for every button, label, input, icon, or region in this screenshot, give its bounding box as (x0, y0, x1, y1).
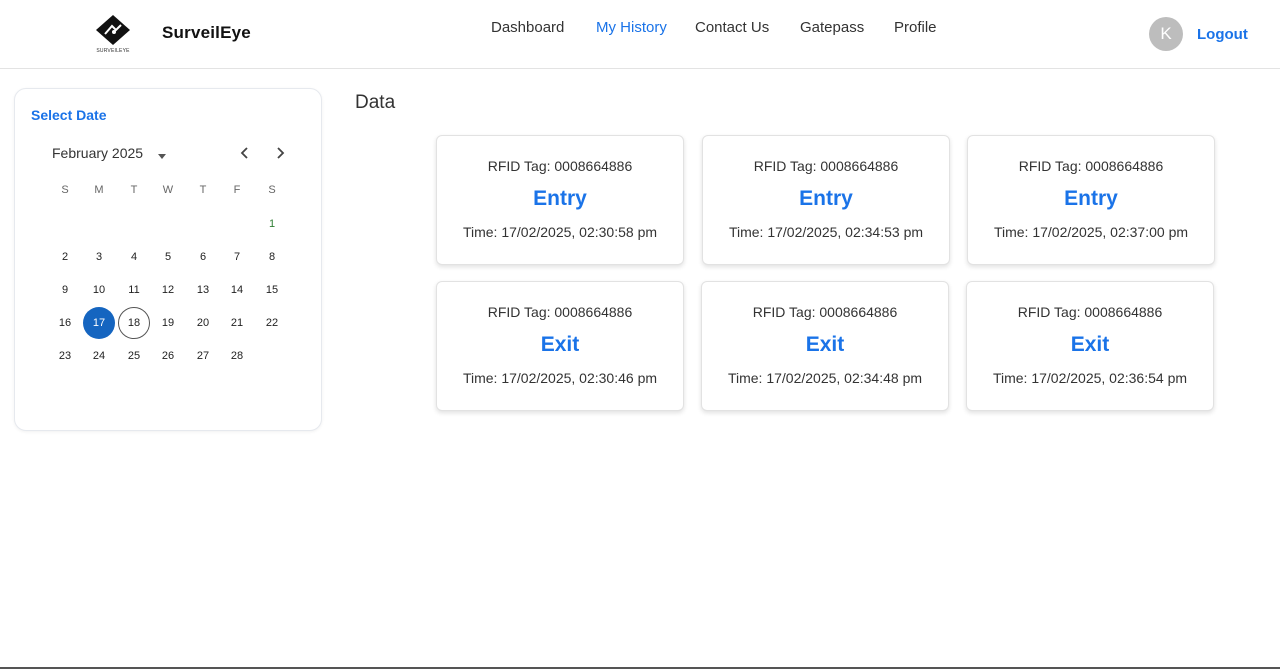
rfid-tag-label: RFID Tag: 0008664886 (1017, 304, 1163, 320)
calendar-day[interactable]: 9 (49, 274, 81, 306)
calendar-day[interactable]: 7 (221, 241, 253, 273)
calendar-day[interactable]: 17 (83, 307, 115, 339)
record-time-label: Time: 17/02/2025, 02:34:53 pm (728, 224, 924, 240)
calendar-day[interactable]: 14 (221, 274, 253, 306)
calendar-day[interactable]: 3 (83, 241, 115, 273)
weekday-header: T (130, 184, 138, 196)
month-year-label[interactable]: February 2025 (52, 145, 143, 161)
history-record-card: RFID Tag: 0008664886 Entry Time: 17/02/202… (436, 135, 684, 265)
calendar-day[interactable]: 21 (221, 307, 253, 339)
history-record-card: RFID Tag: 0008664886 Entry Time: 17/02/202… (967, 135, 1215, 265)
data-section-title: Data (355, 92, 396, 113)
weekday-header: M (94, 184, 104, 196)
surveileye-logo-icon[interactable]: SURVEILEYE (92, 14, 134, 56)
record-time-label: Time: 17/02/2025, 02:30:46 pm (462, 370, 658, 386)
history-record-card: RFID Tag: 0008664886 Exit Time: 17/02/2025… (701, 281, 949, 411)
record-type-label: Exit (805, 333, 845, 356)
history-record-card: RFID Tag: 0008664886 Entry Time: 17/02/202… (702, 135, 950, 265)
rfid-tag-label: RFID Tag: 0008664886 (487, 158, 633, 174)
record-type-label: Entry (533, 187, 587, 210)
record-type-label: Entry (1064, 187, 1118, 210)
brand-name[interactable]: SurveilEye (162, 23, 251, 43)
logo-caption: SURVEILEYE (96, 48, 130, 54)
calendar-day[interactable]: 20 (187, 307, 219, 339)
calendar-day[interactable]: 26 (152, 340, 184, 372)
calendar-day[interactable]: 12 (152, 274, 184, 306)
caret-down-icon[interactable] (155, 148, 169, 159)
nav-profile[interactable]: Profile (894, 19, 937, 36)
nav-dashboard[interactable]: Dashboard (491, 19, 564, 36)
calendar-day[interactable]: 24 (83, 340, 115, 372)
weekday-header: S (268, 184, 276, 196)
calendar-day[interactable]: 18 (118, 307, 150, 339)
calendar-day[interactable]: 16 (49, 307, 81, 339)
calendar-day[interactable]: 15 (256, 274, 288, 306)
calendar-day[interactable]: 27 (187, 340, 219, 372)
calendar-day[interactable]: 5 (152, 241, 184, 273)
avatar[interactable]: K (1149, 17, 1183, 51)
calendar-day[interactable]: 23 (49, 340, 81, 372)
record-time-label: Time: 17/02/2025, 02:30:58 pm (462, 224, 658, 240)
calendar-day[interactable]: 10 (83, 274, 115, 306)
calendar-day[interactable]: 6 (187, 241, 219, 273)
rfid-tag-label: RFID Tag: 0008664886 (1018, 158, 1164, 174)
calendar-day[interactable]: 1 (256, 208, 288, 240)
nav-my-history[interactable]: My History (596, 19, 667, 36)
chevron-right-icon[interactable] (270, 143, 290, 163)
calendar-day[interactable]: 8 (256, 241, 288, 273)
top-header: SURVEILEYE SurveilEye Dashboard My Histo… (0, 0, 1280, 69)
record-time-label: Time: 17/02/2025, 02:36:54 pm (992, 370, 1188, 386)
history-record-card: RFID Tag: 0008664886 Exit Time: 17/02/2025… (966, 281, 1214, 411)
calendar-day[interactable]: 25 (118, 340, 150, 372)
record-type-label: Entry (799, 187, 853, 210)
calendar-day[interactable]: 22 (256, 307, 288, 339)
calendar-day[interactable]: 11 (118, 274, 150, 306)
weekday-header: F (233, 184, 241, 196)
calendar-day[interactable]: 2 (49, 241, 81, 273)
nav-contact-us[interactable]: Contact Us (695, 19, 769, 36)
chevron-left-icon[interactable] (235, 143, 255, 163)
select-date-title: Select Date (31, 107, 107, 123)
record-type-label: Exit (540, 333, 580, 356)
calendar-day[interactable]: 4 (118, 241, 150, 273)
weekday-header: S (61, 184, 69, 196)
history-record-card: RFID Tag: 0008664886 Exit Time: 17/02/2025… (436, 281, 684, 411)
calendar-day[interactable]: 19 (152, 307, 184, 339)
nav-gatepass[interactable]: Gatepass (800, 19, 864, 36)
rfid-tag-label: RFID Tag: 0008664886 (753, 158, 899, 174)
calendar-day[interactable]: 28 (221, 340, 253, 372)
rfid-tag-label: RFID Tag: 0008664886 (752, 304, 898, 320)
record-time-label: Time: 17/02/2025, 02:34:48 pm (727, 370, 923, 386)
record-time-label: Time: 17/02/2025, 02:37:00 pm (993, 224, 1189, 240)
logout-button[interactable]: Logout (1197, 26, 1248, 43)
rfid-tag-label: RFID Tag: 0008664886 (487, 304, 633, 320)
weekday-header: T (199, 184, 207, 196)
weekday-header: W (162, 184, 174, 196)
date-picker-panel: Select Date February 2025 SMTWTFS 123456… (14, 88, 322, 431)
calendar-day[interactable]: 13 (187, 274, 219, 306)
record-type-label: Exit (1070, 333, 1110, 356)
